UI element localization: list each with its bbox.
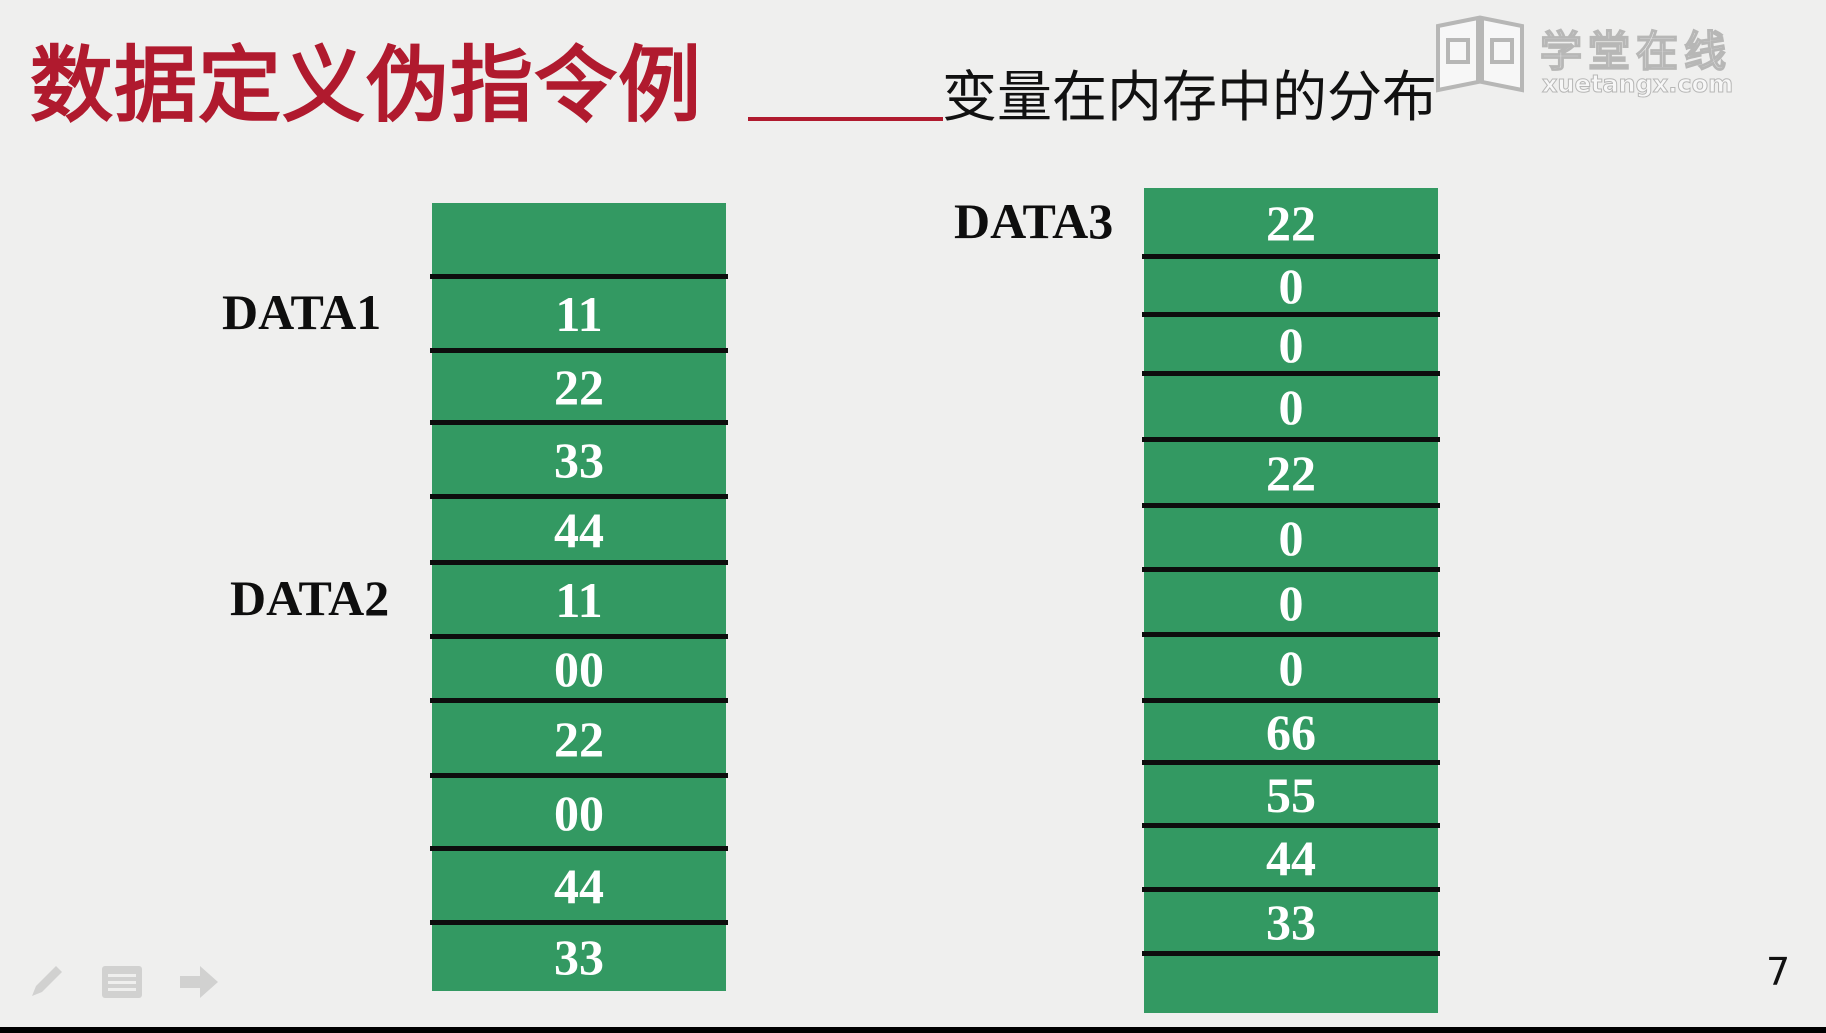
memory-cell: 0 bbox=[1144, 374, 1438, 440]
cell-separator bbox=[430, 846, 728, 851]
menu-icon[interactable] bbox=[100, 962, 144, 1002]
cell-separator bbox=[430, 560, 728, 565]
cell-separator bbox=[1142, 823, 1440, 828]
memory-cell: 33 bbox=[432, 423, 726, 497]
cell-separator bbox=[430, 920, 728, 925]
memory-cell: 33 bbox=[1144, 890, 1438, 954]
cell-separator bbox=[1142, 632, 1440, 637]
memory-cell: 11 bbox=[432, 563, 726, 637]
cell-separator bbox=[1142, 567, 1440, 572]
memory-column-left: 11 22 33 44 11 00 22 00 44 33 bbox=[430, 203, 728, 991]
memory-cell: 44 bbox=[432, 497, 726, 563]
memory-label-data3: DATA3 bbox=[954, 192, 1114, 249]
page-number: 7 bbox=[1766, 950, 1791, 994]
memory-cell: 00 bbox=[432, 776, 726, 849]
cell-separator bbox=[430, 698, 728, 703]
memory-cell: 22 bbox=[432, 351, 726, 423]
memory-cell: 11 bbox=[432, 277, 726, 351]
cell-separator bbox=[1142, 698, 1440, 703]
memory-cell: 44 bbox=[1144, 826, 1438, 890]
memory-cell bbox=[1144, 954, 1438, 1013]
memory-cell: 22 bbox=[432, 701, 726, 776]
memory-cell: 0 bbox=[1144, 506, 1438, 570]
memory-cell: 33 bbox=[432, 923, 726, 991]
bottom-bar bbox=[0, 1027, 1826, 1033]
memory-cell: 66 bbox=[1144, 701, 1438, 763]
cell-separator bbox=[430, 348, 728, 353]
title-main: 数据定义伪指令例 bbox=[30, 37, 702, 134]
memory-cell: 0 bbox=[1144, 257, 1438, 315]
arrow-right-icon[interactable] bbox=[176, 962, 220, 1002]
cell-separator bbox=[1142, 312, 1440, 317]
memory-cell: 22 bbox=[1144, 440, 1438, 506]
title-subtitle: 变量在内存中的分布 bbox=[942, 65, 1438, 129]
cell-separator bbox=[1142, 503, 1440, 508]
watermark-url: xuetangx.com bbox=[1541, 70, 1734, 99]
slide-title: 数据定义伪指令例 变量在内存中的分布 bbox=[30, 36, 1530, 136]
memory-cell bbox=[432, 203, 726, 277]
cell-separator bbox=[430, 274, 728, 279]
memory-cell: 22 bbox=[1144, 188, 1438, 257]
cell-separator bbox=[430, 420, 728, 425]
memory-cell: 55 bbox=[1144, 763, 1438, 826]
watermark-logo: 学堂在线 xuetangx.com bbox=[1430, 12, 1760, 102]
cell-separator bbox=[430, 773, 728, 778]
memory-cell: 0 bbox=[1144, 635, 1438, 701]
memory-label-data1: DATA1 bbox=[222, 284, 382, 340]
memory-cell: 0 bbox=[1144, 570, 1438, 635]
cell-separator bbox=[430, 494, 728, 499]
memory-cell: 44 bbox=[432, 849, 726, 923]
cell-separator bbox=[1142, 254, 1440, 259]
pen-icon[interactable] bbox=[26, 962, 66, 1002]
cell-separator bbox=[1142, 760, 1440, 765]
title-underline bbox=[748, 117, 943, 121]
cell-separator bbox=[430, 634, 728, 639]
memory-column-right: 22 0 0 0 22 0 0 0 66 55 44 33 bbox=[1142, 188, 1440, 1013]
book-icon bbox=[1436, 15, 1524, 93]
memory-label-data2: DATA2 bbox=[230, 570, 390, 626]
cell-separator bbox=[1142, 887, 1440, 892]
memory-cell: 0 bbox=[1144, 315, 1438, 374]
cell-separator bbox=[1142, 371, 1440, 376]
cell-separator bbox=[1142, 951, 1440, 956]
memory-cell: 00 bbox=[432, 637, 726, 701]
cell-separator bbox=[1142, 437, 1440, 442]
